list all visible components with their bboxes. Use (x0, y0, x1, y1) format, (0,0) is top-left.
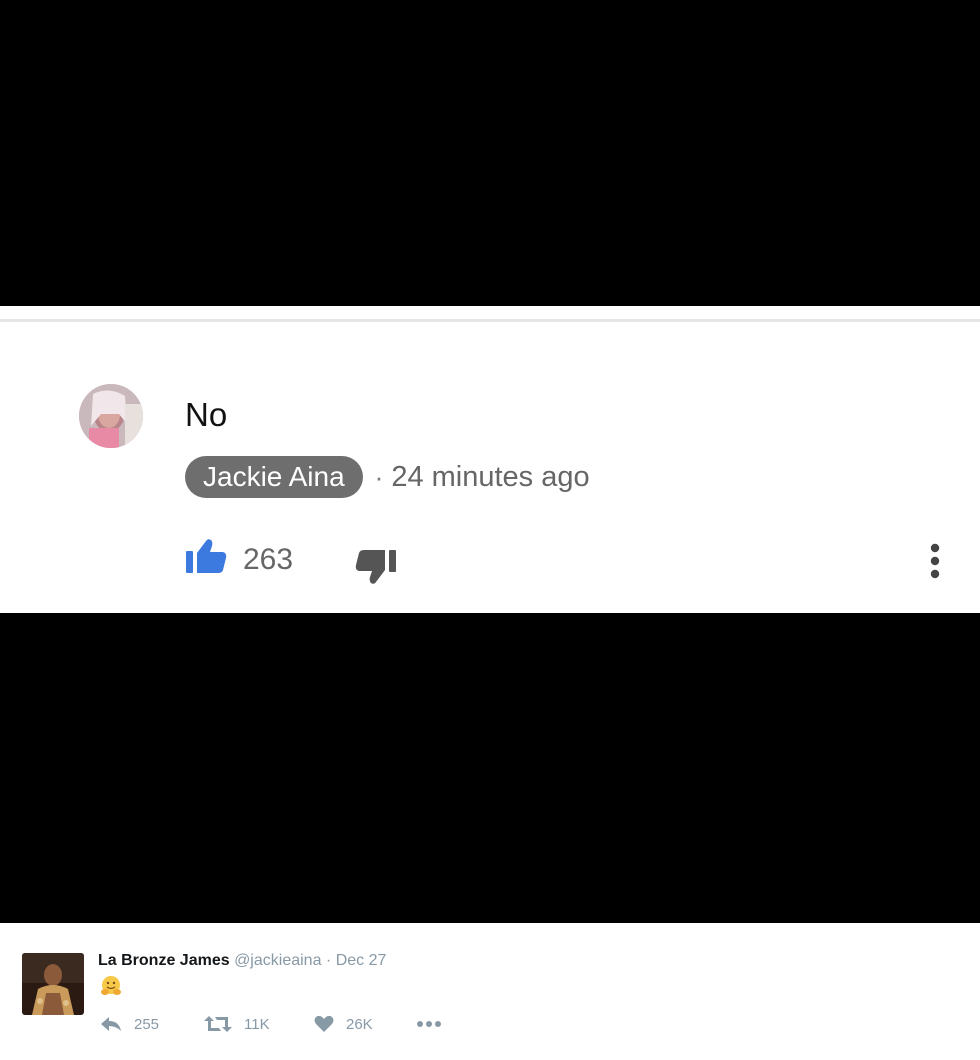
like-count: 26K (346, 1015, 373, 1033)
hugging-face-emoji-icon (99, 975, 123, 997)
retweet-icon (204, 1015, 232, 1033)
more-dots-icon (416, 1015, 442, 1033)
redacted-middle-band (0, 613, 980, 923)
thumbs-down-icon[interactable] (354, 548, 396, 586)
youtube-comment: No Jackie Aina · 24 minutes ago 263 (0, 306, 980, 613)
tweet-avatar[interactable] (22, 953, 84, 1015)
separator: · (374, 461, 384, 492)
like-button[interactable]: 26K (314, 1015, 373, 1033)
reply-count: 255 (134, 1015, 160, 1033)
reply-icon (100, 1015, 122, 1033)
redacted-top-band (0, 0, 980, 306)
comment-timestamp: 24 minutes ago (391, 460, 590, 493)
more-button[interactable] (416, 1015, 442, 1033)
tweet-date[interactable]: · Dec 27 (326, 952, 386, 969)
divider (0, 319, 980, 322)
thumbs-up-icon[interactable] (186, 537, 228, 575)
avatar[interactable] (79, 384, 143, 448)
heart-icon (314, 1015, 334, 1033)
more-vert-icon[interactable] (922, 542, 948, 582)
tweet-header: La Bronze James @jackieaina · Dec 27 (98, 952, 386, 970)
reply-button[interactable]: 255 (100, 1015, 159, 1033)
comment-meta: Jackie Aina · 24 minutes ago (185, 456, 590, 498)
tweet: La Bronze James @jackieaina · Dec 27 255 (0, 923, 980, 1060)
like-count: 263 (243, 543, 294, 576)
tweet-handle[interactable]: @jackieaina (234, 952, 321, 969)
comment-text: No (185, 396, 228, 433)
retweet-button[interactable]: 11K (204, 1015, 270, 1033)
author-badge[interactable]: Jackie Aina (185, 456, 363, 498)
retweet-count: 11K (244, 1015, 270, 1033)
tweet-author-name[interactable]: La Bronze James (98, 952, 230, 969)
